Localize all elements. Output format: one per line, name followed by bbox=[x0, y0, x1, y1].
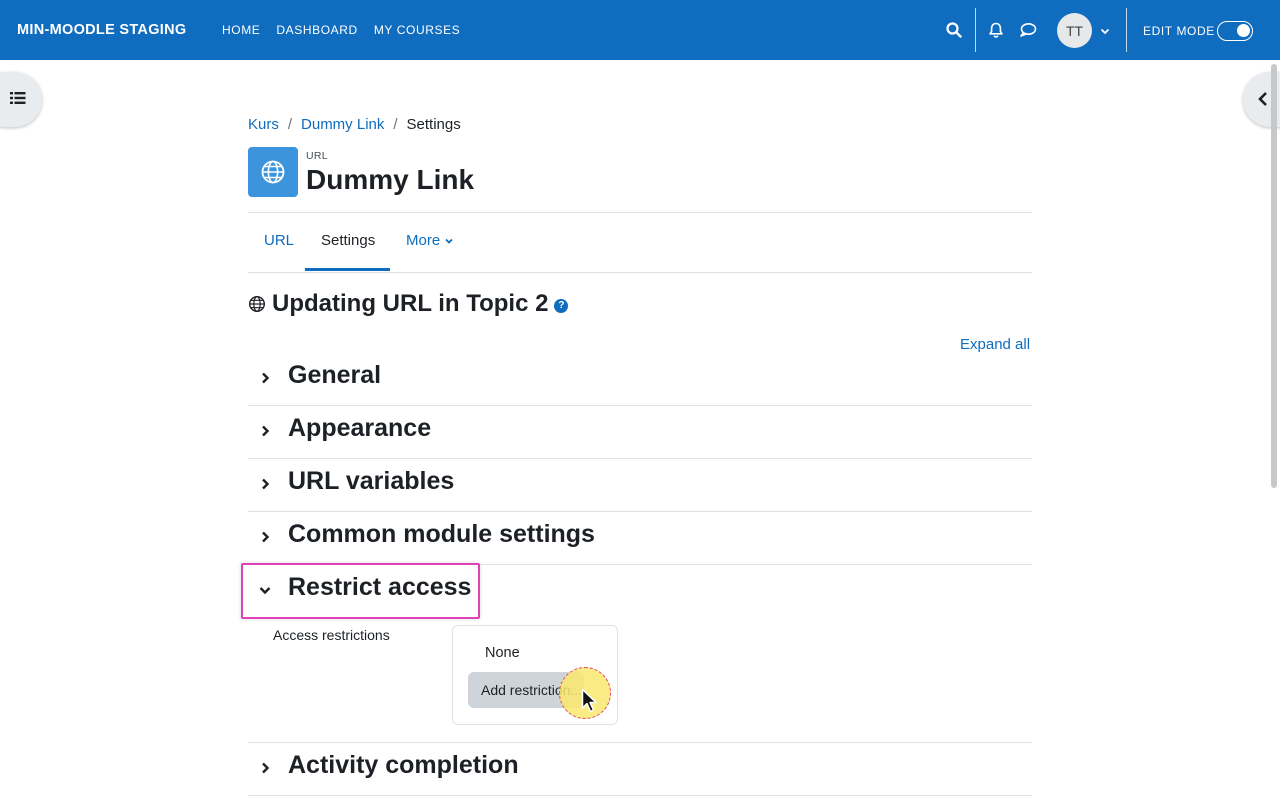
page-scrollbar[interactable] bbox=[1271, 64, 1277, 488]
top-navbar: MIN-MOODLE STAGING HOME DASHBOARD MY COU… bbox=[0, 0, 1280, 60]
help-icon[interactable]: ? bbox=[554, 298, 569, 313]
restrictions-value: None bbox=[485, 645, 520, 661]
chevron-right-icon bbox=[262, 762, 270, 774]
tab-more-label: More bbox=[406, 232, 441, 249]
list-icon bbox=[10, 91, 26, 110]
form-heading: Updating URL in Topic 2 ? bbox=[248, 290, 569, 318]
section-divider bbox=[248, 458, 1032, 459]
highlight-annotation bbox=[241, 563, 480, 619]
chevron-left-icon bbox=[1257, 91, 1269, 112]
access-restrictions-label: Access restrictions bbox=[273, 627, 390, 643]
breadcrumb-separator: / bbox=[287, 116, 293, 133]
chevron-right-icon bbox=[262, 425, 270, 437]
section-title: Activity completion bbox=[288, 751, 519, 779]
form-heading-text: Updating URL in Topic 2 bbox=[272, 290, 549, 317]
edit-mode-label: EDIT MODE bbox=[1143, 24, 1215, 38]
section-divider bbox=[248, 795, 1032, 796]
section-common-module-settings[interactable]: Common module settings bbox=[248, 518, 1032, 558]
breadcrumb: Kurs / Dummy Link / Settings bbox=[248, 116, 461, 133]
toggle-knob bbox=[1237, 24, 1250, 37]
mouse-pointer-icon bbox=[581, 688, 599, 719]
header-divider bbox=[248, 212, 1032, 213]
course-index-drawer-toggle[interactable] bbox=[0, 72, 42, 127]
globe-icon bbox=[248, 295, 266, 313]
search-icon[interactable] bbox=[944, 20, 964, 40]
activity-type-label: URL bbox=[306, 150, 328, 162]
notification-bell-icon[interactable] bbox=[986, 20, 1006, 40]
breadcrumb-separator: / bbox=[393, 116, 398, 133]
messages-icon[interactable] bbox=[1018, 20, 1038, 40]
section-title: Appearance bbox=[288, 414, 432, 442]
breadcrumb-dummy-link[interactable]: Dummy Link bbox=[301, 116, 384, 133]
active-tab-indicator bbox=[305, 268, 390, 271]
section-divider bbox=[248, 742, 1032, 743]
primary-navigation: HOME DASHBOARD MY COURSES bbox=[222, 23, 460, 37]
section-title: Common module settings bbox=[288, 520, 595, 548]
chevron-down-icon[interactable] bbox=[1099, 24, 1111, 36]
section-activity-completion[interactable]: Activity completion bbox=[248, 749, 1032, 789]
tab-url[interactable]: URL bbox=[264, 232, 294, 249]
section-general[interactable]: General bbox=[248, 359, 1032, 399]
nav-dashboard-link[interactable]: DASHBOARD bbox=[276, 23, 357, 37]
chevron-down-icon bbox=[445, 238, 453, 244]
breadcrumb-kurs-link[interactable]: Kurs bbox=[248, 116, 279, 133]
navbar-divider bbox=[975, 8, 976, 52]
chevron-right-icon bbox=[262, 478, 270, 490]
section-appearance[interactable]: Appearance bbox=[248, 412, 1032, 452]
site-brand[interactable]: MIN-MOODLE STAGING bbox=[17, 22, 186, 38]
tabs-divider bbox=[248, 272, 1032, 273]
section-title: URL variables bbox=[288, 467, 455, 495]
section-url-variables[interactable]: URL variables bbox=[248, 465, 1032, 505]
page-title: Dummy Link bbox=[306, 164, 475, 195]
nav-home-link[interactable]: HOME bbox=[222, 23, 260, 37]
edit-mode-toggle[interactable] bbox=[1217, 21, 1253, 41]
nav-my-courses-link[interactable]: MY COURSES bbox=[374, 23, 460, 37]
section-divider bbox=[248, 405, 1032, 406]
globe-icon bbox=[248, 147, 298, 197]
chevron-right-icon bbox=[262, 531, 270, 543]
expand-all-link[interactable]: Expand all bbox=[960, 336, 1030, 353]
tab-settings[interactable]: Settings bbox=[321, 232, 375, 249]
chevron-right-icon bbox=[262, 372, 270, 384]
navbar-divider bbox=[1126, 8, 1127, 52]
breadcrumb-current: Settings bbox=[406, 116, 461, 133]
tab-more[interactable]: More bbox=[406, 232, 454, 249]
user-avatar[interactable]: TT bbox=[1057, 13, 1092, 48]
section-title: General bbox=[288, 361, 382, 389]
section-divider bbox=[248, 511, 1032, 512]
